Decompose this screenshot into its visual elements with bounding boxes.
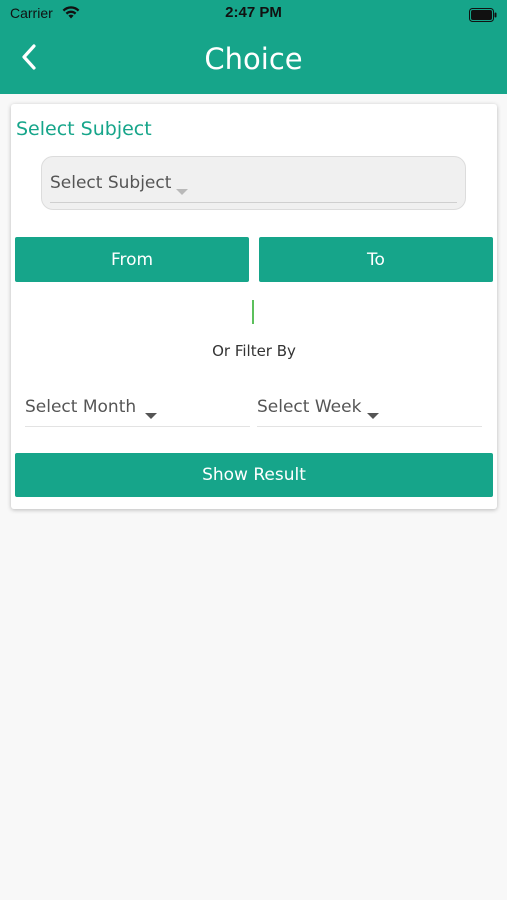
navigation-bar: Choice — [0, 28, 507, 94]
header: Carrier 2:47 PM Choice — [0, 0, 507, 94]
caret-down-icon — [367, 405, 379, 424]
month-dropdown-label: Select Month — [25, 397, 137, 417]
month-dropdown[interactable]: Select Month — [25, 389, 250, 427]
filter-by-label: Or Filter By — [212, 342, 296, 360]
to-date-button[interactable]: To — [259, 237, 493, 282]
filter-card: Select Subject Select Subject From To Or… — [11, 104, 497, 509]
subject-dropdown[interactable]: Select Subject — [41, 156, 466, 210]
section-title: Select Subject — [16, 118, 152, 140]
page-title: Choice — [204, 42, 303, 76]
text-cursor — [252, 300, 254, 324]
app-screen: Carrier 2:47 PM Choice Select Subject Se… — [0, 0, 507, 900]
show-result-label: Show Result — [202, 465, 306, 485]
clock-time: 2:47 PM — [225, 4, 282, 21]
week-dropdown-label: Select Week — [257, 397, 362, 417]
from-button-label: From — [110, 249, 154, 270]
dropdown-underline — [50, 202, 457, 203]
battery-icon — [469, 7, 497, 26]
to-button-label: To — [367, 249, 385, 270]
week-dropdown[interactable]: Select Week — [257, 389, 482, 427]
status-bar: Carrier 2:47 PM — [0, 0, 507, 28]
caret-down-icon — [145, 405, 157, 424]
subject-dropdown-label: Select Subject — [50, 173, 172, 193]
show-result-button[interactable]: Show Result — [15, 453, 493, 497]
from-date-button[interactable]: From — [15, 237, 249, 282]
caret-down-icon — [176, 181, 188, 200]
